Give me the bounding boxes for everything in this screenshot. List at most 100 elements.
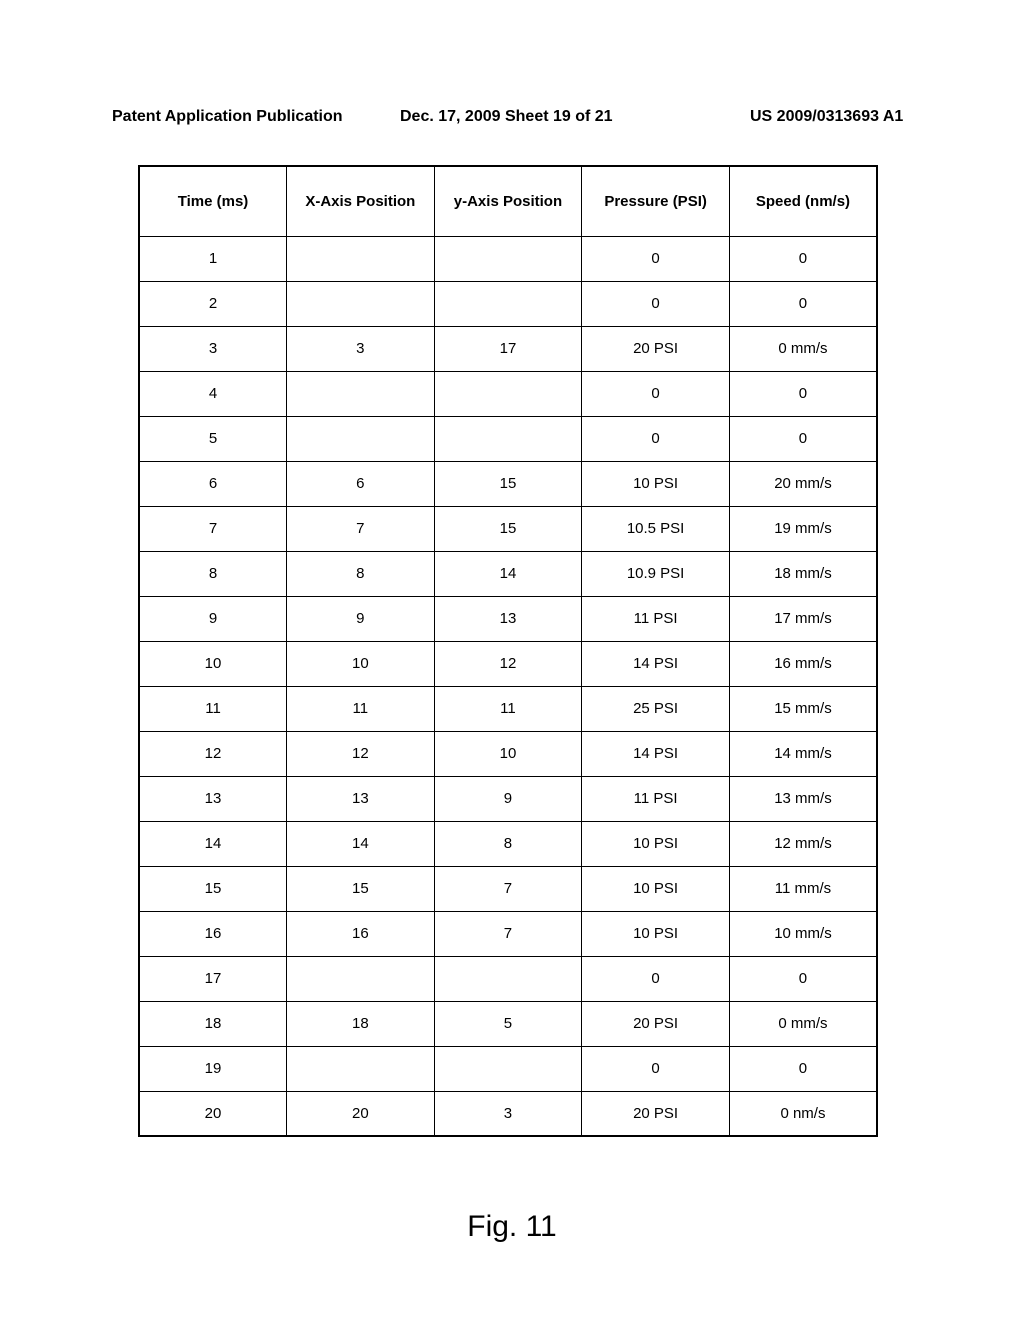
cell-y: 8 <box>434 821 582 866</box>
table-row: 2 00 <box>139 281 877 326</box>
cell-x: 8 <box>287 551 435 596</box>
table-row: 1313911 PSI13 mm/s <box>139 776 877 821</box>
cell-y: 13 <box>434 596 582 641</box>
cell-x <box>287 371 435 416</box>
cell-y: 15 <box>434 506 582 551</box>
cell-x: 10 <box>287 641 435 686</box>
cell-x: 9 <box>287 596 435 641</box>
cell-time: 12 <box>139 731 287 776</box>
cell-pressure: 0 <box>582 956 730 1001</box>
cell-pressure: 0 <box>582 416 730 461</box>
cell-pressure: 20 PSI <box>582 1091 730 1136</box>
cell-time: 19 <box>139 1046 287 1091</box>
cell-y <box>434 371 582 416</box>
header-pressure: Pressure (PSI) <box>582 166 730 236</box>
cell-speed: 18 mm/s <box>729 551 877 596</box>
cell-pressure: 10 PSI <box>582 461 730 506</box>
cell-time: 3 <box>139 326 287 371</box>
cell-time: 2 <box>139 281 287 326</box>
cell-speed: 0 mm/s <box>729 1001 877 1046</box>
cell-time: 4 <box>139 371 287 416</box>
cell-y: 5 <box>434 1001 582 1046</box>
cell-y: 7 <box>434 866 582 911</box>
cell-time: 1 <box>139 236 287 281</box>
cell-time: 9 <box>139 596 287 641</box>
cell-y: 10 <box>434 731 582 776</box>
cell-time: 6 <box>139 461 287 506</box>
cell-y: 11 <box>434 686 582 731</box>
publication-label: Patent Application Publication <box>112 108 343 126</box>
cell-time: 13 <box>139 776 287 821</box>
cell-speed: 0 mm/s <box>729 326 877 371</box>
cell-x <box>287 416 435 461</box>
cell-x: 20 <box>287 1091 435 1136</box>
cell-x <box>287 1046 435 1091</box>
cell-speed: 14 mm/s <box>729 731 877 776</box>
figure-label: Fig. 11 <box>0 1210 1024 1244</box>
cell-speed: 0 <box>729 1046 877 1091</box>
cell-y <box>434 956 582 1001</box>
cell-pressure: 10 PSI <box>582 911 730 956</box>
cell-pressure: 10 PSI <box>582 866 730 911</box>
cell-y: 14 <box>434 551 582 596</box>
table-row: 12121014 PSI14 mm/s <box>139 731 877 776</box>
cell-speed: 0 <box>729 281 877 326</box>
cell-x: 12 <box>287 731 435 776</box>
table-row: 1900 <box>139 1046 877 1091</box>
table-row: 1515710 PSI11 mm/s <box>139 866 877 911</box>
table-row: 500 <box>139 416 877 461</box>
table-header-row: Time (ms) X-Axis Position y-Axis Positio… <box>139 166 877 236</box>
table-body: 100200331720 PSI0 mm/s400500661510 PSI20… <box>139 236 877 1136</box>
cell-speed: 11 mm/s <box>729 866 877 911</box>
table-row: 991311 PSI17 mm/s <box>139 596 877 641</box>
cell-pressure: 14 PSI <box>582 641 730 686</box>
cell-time: 15 <box>139 866 287 911</box>
cell-pressure: 0 <box>582 371 730 416</box>
cell-x: 16 <box>287 911 435 956</box>
table-row: 1700 <box>139 956 877 1001</box>
cell-y: 7 <box>434 911 582 956</box>
table-row: 1818520 PSI0 mm/s <box>139 1001 877 1046</box>
cell-time: 20 <box>139 1091 287 1136</box>
cell-speed: 16 mm/s <box>729 641 877 686</box>
table-row: 331720 PSI0 mm/s <box>139 326 877 371</box>
cell-speed: 0 <box>729 236 877 281</box>
cell-y <box>434 236 582 281</box>
cell-pressure: 0 <box>582 236 730 281</box>
cell-pressure: 10.9 PSI <box>582 551 730 596</box>
cell-y: 9 <box>434 776 582 821</box>
cell-speed: 0 <box>729 956 877 1001</box>
cell-speed: 0 nm/s <box>729 1091 877 1136</box>
patent-number-label: US 2009/0313693 A1 <box>750 108 903 126</box>
cell-pressure: 25 PSI <box>582 686 730 731</box>
table-row: 661510 PSI20 mm/s <box>139 461 877 506</box>
cell-y <box>434 281 582 326</box>
cell-speed: 12 mm/s <box>729 821 877 866</box>
cell-speed: 13 mm/s <box>729 776 877 821</box>
header-time: Time (ms) <box>139 166 287 236</box>
cell-time: 16 <box>139 911 287 956</box>
cell-pressure: 11 PSI <box>582 596 730 641</box>
cell-pressure: 0 <box>582 1046 730 1091</box>
cell-x: 15 <box>287 866 435 911</box>
cell-pressure: 0 <box>582 281 730 326</box>
cell-speed: 0 <box>729 371 877 416</box>
cell-pressure: 10.5 PSI <box>582 506 730 551</box>
header-x-axis: X-Axis Position <box>287 166 435 236</box>
cell-time: 14 <box>139 821 287 866</box>
cell-x: 14 <box>287 821 435 866</box>
data-table: Time (ms) X-Axis Position y-Axis Positio… <box>138 165 878 1137</box>
cell-x: 3 <box>287 326 435 371</box>
cell-time: 10 <box>139 641 287 686</box>
cell-x: 18 <box>287 1001 435 1046</box>
date-sheet-label: Dec. 17, 2009 Sheet 19 of 21 <box>400 108 613 126</box>
cell-pressure: 10 PSI <box>582 821 730 866</box>
cell-y: 17 <box>434 326 582 371</box>
cell-time: 7 <box>139 506 287 551</box>
cell-y: 12 <box>434 641 582 686</box>
cell-speed: 10 mm/s <box>729 911 877 956</box>
header-speed: Speed (nm/s) <box>729 166 877 236</box>
header-y-axis: y-Axis Position <box>434 166 582 236</box>
table-row: 1 00 <box>139 236 877 281</box>
cell-y: 15 <box>434 461 582 506</box>
